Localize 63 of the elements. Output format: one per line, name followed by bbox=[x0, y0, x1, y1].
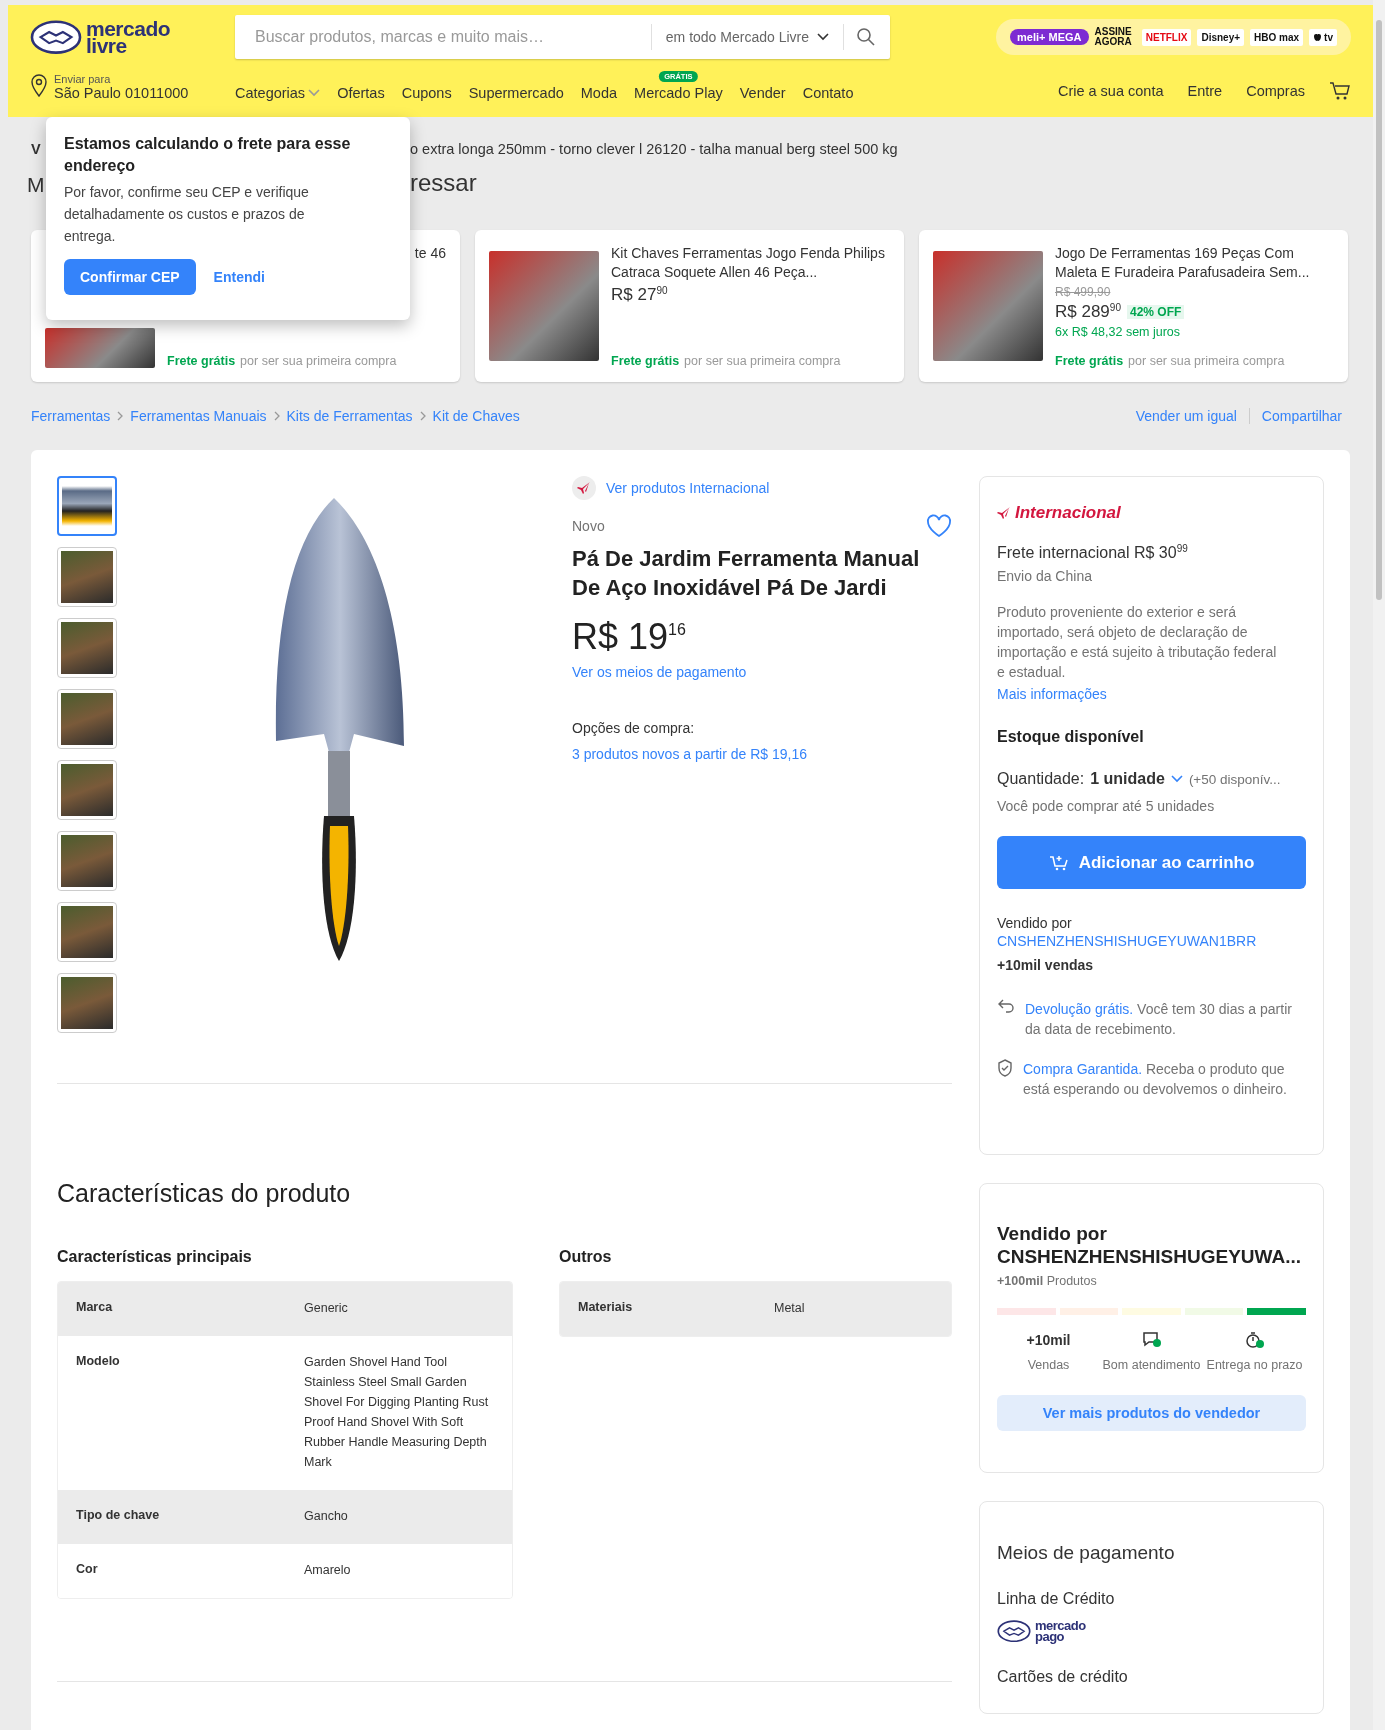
subscribe-label: ASSINE AGORA bbox=[1094, 27, 1133, 47]
discount-label: 42% OFF bbox=[1126, 305, 1185, 319]
free-shipping-label: Frete grátis bbox=[1055, 354, 1124, 368]
specs-group-title: Características principais bbox=[57, 1248, 253, 1267]
card-title: Kit Chaves Ferramentas Jogo Fenda Philips Catraca Soquete Allen 46 Peça... bbox=[611, 244, 886, 282]
card-title: te 46 bbox=[414, 244, 446, 263]
card-title: Jogo De Ferramentas 169 Peças Com Maleta E Furadeira Parafusadeira Sem... bbox=[1055, 244, 1311, 282]
limit-text: Você pode comprar até 5 unidades bbox=[997, 798, 1216, 814]
product-title: Pá De Jardim Ferramenta Manual De Aço Inoxidável Pá De Jardi bbox=[572, 545, 921, 602]
shipping-note: por ser sua primeira compra bbox=[1128, 354, 1285, 368]
spec-label: Cor bbox=[76, 1562, 99, 1578]
stat-value: +10mil bbox=[1026, 1332, 1071, 1349]
options-label: Opções de compra: bbox=[572, 720, 696, 736]
spec-label: Tipo de chave bbox=[76, 1508, 161, 1524]
cards-label: Cartões de crédito bbox=[997, 1668, 1129, 1687]
streaming-logo: Disney+ bbox=[1197, 28, 1245, 46]
specs-group-title: Outros bbox=[559, 1248, 613, 1267]
spec-label: Materiais bbox=[578, 1300, 634, 1316]
old-price: R$ 499,90 bbox=[1055, 285, 1112, 299]
stock-title: Estoque disponível bbox=[997, 728, 1145, 746]
streaming-logo: tv bbox=[1309, 28, 1337, 46]
payment-title: Meios de pagamento bbox=[997, 1542, 1176, 1565]
condition-label: Novo bbox=[572, 518, 605, 534]
benefit-text: Devolução grátis. Você tem 30 dias a partir da data de recebimento. bbox=[1025, 1000, 1293, 1039]
stat-label: Entrega no prazo bbox=[1205, 1357, 1304, 1374]
shipping-note: por ser sua primeira compra bbox=[240, 354, 397, 368]
seller-title: Vendido por CNSHENZHENSHISHUGEYUWA... bbox=[997, 1222, 1303, 1269]
meli-plus-tag: meli+ MEGA bbox=[1010, 29, 1089, 45]
spec-value: Metal bbox=[774, 1300, 806, 1317]
spec-value: Amarelo bbox=[304, 1562, 352, 1579]
specs-title: Características do produto bbox=[57, 1179, 352, 1208]
product-price: R$ 19$^{16}$ bbox=[572, 616, 687, 658]
origin-text: Envio da China bbox=[997, 568, 1093, 584]
spec-label: Marca bbox=[76, 1300, 114, 1316]
stat-label: Vendas bbox=[1026, 1357, 1071, 1374]
card-price: R$ 289$^{90}$ bbox=[1055, 302, 1121, 322]
popup-message: Por favor, confirme seu CEP e verifique detalhadamente os custos e prazos de entrega. bbox=[64, 183, 310, 246]
spec-label: Modelo bbox=[76, 1354, 121, 1370]
credit-line-label: Linha de Crédito bbox=[997, 1590, 1116, 1609]
history-text: V bbox=[31, 141, 41, 157]
installments-text: 6x R$ 48,32 sem juros bbox=[1055, 325, 1182, 339]
payment-logo: mercado pago bbox=[997, 1620, 1306, 1643]
import-notice: Produto proveniente do exterior e será importado, será objeto de declaração de importação e está sujeito à tributação federal e estadual. bbox=[997, 603, 1278, 682]
product-count: +100mil Produtos bbox=[997, 1274, 1097, 1289]
free-shipping-label: Frete grátis bbox=[167, 354, 236, 368]
stat-label: Bom atendimento bbox=[1101, 1357, 1202, 1374]
benefit-text: Compra Garantida. Receba o produto que está esperando ou devolvemos o dinheiro. bbox=[1023, 1060, 1288, 1099]
streaming-logo: HBO max bbox=[1250, 28, 1304, 46]
shipping-price: Frete internacional R$ 30$^{99}$ bbox=[997, 543, 1189, 562]
international-label: Internacional bbox=[997, 503, 1306, 523]
card-price: R$ 27$^{90}$ bbox=[611, 285, 668, 305]
history-text: o extra longa 250mm - torno clever l 26120 - talha manual berg steel 500 kg bbox=[410, 141, 898, 157]
section-title: ressar bbox=[410, 169, 477, 197]
popup-title: Estamos calculando o frete para esse endereço bbox=[64, 134, 352, 176]
free-shipping-label: Frete grátis bbox=[611, 354, 680, 368]
spec-value: Garden Shovel Hand Tool Stainless Steel Small Garden Shovel For Digging Planting Rust Proof Hand Shovel With Soft Rubber Handle Measuring Depth Mark bbox=[304, 1354, 490, 1471]
shipping-note: por ser sua primeira compra bbox=[684, 354, 841, 368]
spec-value: Gancho bbox=[304, 1508, 349, 1525]
section-title: M bbox=[27, 173, 45, 197]
streaming-logo: NETFLIX bbox=[1141, 28, 1192, 46]
sold-by-label: Vendido por bbox=[997, 915, 1073, 931]
spec-value: Generic bbox=[304, 1300, 349, 1317]
sales-count: +10mil vendas bbox=[997, 957, 1095, 973]
